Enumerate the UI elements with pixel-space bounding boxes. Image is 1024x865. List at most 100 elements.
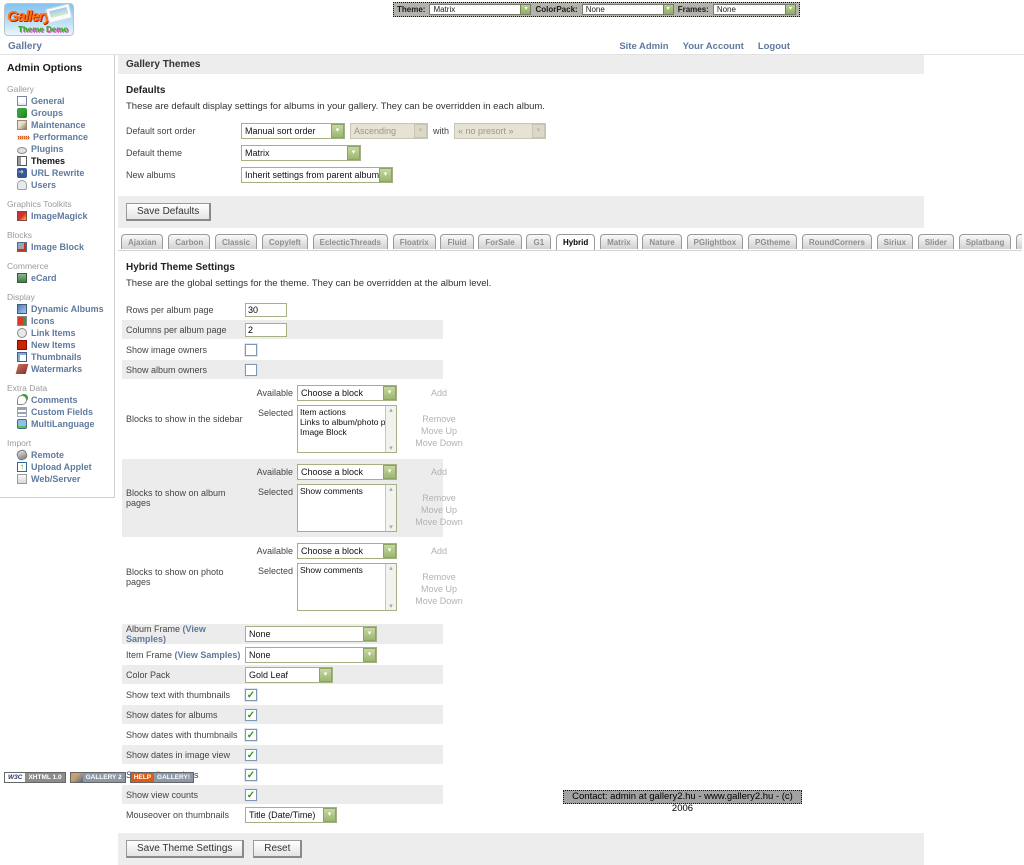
mouseover-select[interactable]: Title (Date/Time) ▾ [245, 807, 337, 823]
show-album-owners-checkbox[interactable] [245, 364, 257, 376]
sidebar-item-plugins[interactable]: Plugins [0, 143, 114, 155]
listbox-item[interactable]: Item actions [300, 407, 385, 417]
scroll-up-icon[interactable]: ▴ [389, 485, 393, 493]
tab-copyleft[interactable]: Copyleft [262, 234, 308, 249]
photo-selected-listbox[interactable]: Show comments ▴▾ [297, 563, 397, 611]
sidebar-item-ecard[interactable]: eCard [0, 272, 114, 284]
tab-g1[interactable]: G1 [526, 234, 551, 249]
sidebar-item-thumbnails[interactable]: Thumbnails [0, 351, 114, 363]
sidebar-item-web-server[interactable]: Web/Server [0, 473, 114, 485]
tab-floatrix[interactable]: Floatrix [393, 234, 436, 249]
item-frame-view-samples-link[interactable]: (View Samples) [175, 650, 241, 660]
scroll-up-icon[interactable]: ▴ [389, 564, 393, 572]
sidebar-item-link-items[interactable]: Link Items [0, 327, 114, 339]
scroll-down-icon[interactable]: ▾ [389, 523, 393, 531]
album-remove-link[interactable]: Remove [407, 492, 471, 504]
sidebar-remove-link[interactable]: Remove [407, 413, 471, 425]
tab-slider[interactable]: Slider [918, 234, 954, 249]
sidebar-item-multilanguage[interactable]: MultiLanguage [0, 418, 114, 430]
sidebar-item-url-rewrite[interactable]: URL Rewrite [0, 167, 114, 179]
logout-link[interactable]: Logout [758, 41, 790, 52]
sidebar-available-select[interactable]: Choose a block ▾ [297, 385, 397, 401]
sidebar-item-custom-fields[interactable]: Custom Fields [0, 406, 114, 418]
tab-siriux[interactable]: Siriux [877, 234, 913, 249]
scroll-down-icon[interactable]: ▾ [389, 602, 393, 610]
show-text-thumbs-checkbox[interactable] [245, 689, 257, 701]
tab-pgtheme[interactable]: PGtheme [748, 234, 797, 249]
sidebar-item-groups[interactable]: Groups [0, 107, 114, 119]
sidebar-item-icons[interactable]: Icons [0, 315, 114, 327]
tab-hybrid[interactable]: Hybrid [556, 234, 595, 251]
show-album-sizes-checkbox[interactable] [245, 769, 257, 781]
show-view-counts-checkbox[interactable] [245, 789, 257, 801]
listbox-scrollbar[interactable]: ▴▾ [385, 406, 396, 452]
rows-per-page-input[interactable] [245, 303, 287, 317]
scroll-up-icon[interactable]: ▴ [389, 406, 393, 414]
album-add-link[interactable]: Add [407, 464, 471, 477]
album-selected-listbox[interactable]: Show comments ▴ ▾ [297, 484, 397, 532]
sidebar-move-down-link[interactable]: Move Down [407, 437, 471, 449]
sidebar-add-link[interactable]: Add [407, 385, 471, 398]
photo-move-down-link[interactable]: Move Down [407, 595, 471, 607]
sort-order-select[interactable]: Manual sort order ▾ [241, 123, 345, 139]
cols-per-page-input[interactable] [245, 323, 287, 337]
album-available-select[interactable]: Choose a block ▾ [297, 464, 397, 480]
frames-select[interactable]: None ▾ [713, 4, 796, 15]
theme-select[interactable]: Matrix ▾ [429, 4, 531, 15]
color-pack-select[interactable]: Gold Leaf ▾ [245, 667, 333, 683]
help-gallery-badge[interactable]: HELPGALLERY! [130, 772, 194, 783]
gallery-logo[interactable]: Gallery Theme Demo [4, 3, 74, 36]
default-theme-select[interactable]: Matrix ▾ [241, 145, 361, 161]
save-theme-settings-button[interactable]: Save Theme Settings [126, 840, 244, 858]
sidebar-item-imagemagick[interactable]: ImageMagick [0, 210, 114, 222]
show-image-owners-checkbox[interactable] [245, 344, 257, 356]
sidebar-item-users[interactable]: Users [0, 179, 114, 191]
listbox-item[interactable]: Links to album/photo peers [300, 417, 385, 427]
sidebar-item-dynamic-albums[interactable]: Dynamic Albums [0, 303, 114, 315]
sidebar-item-new-items[interactable]: New Items [0, 339, 114, 351]
photo-available-select[interactable]: Choose a block ▾ [297, 543, 397, 559]
breadcrumb[interactable]: Gallery [8, 41, 42, 52]
album-frame-select[interactable]: None ▾ [245, 626, 377, 642]
tab-splatbang[interactable]: Splatbang [959, 234, 1012, 249]
sidebar-item-comments[interactable]: Comments [0, 394, 114, 406]
tab-roundcorners[interactable]: RoundCorners [802, 234, 872, 249]
listbox-item[interactable]: Image Block [300, 427, 385, 437]
photo-move-up-link[interactable]: Move Up [407, 583, 471, 595]
save-defaults-button[interactable]: Save Defaults [126, 203, 211, 221]
sidebar-item-image-block[interactable]: Image Block [0, 241, 114, 253]
your-account-link[interactable]: Your Account [683, 41, 744, 52]
album-move-down-link[interactable]: Move Down [407, 516, 471, 528]
gallery2-badge[interactable]: GALLERY 2 [70, 772, 126, 783]
tab-classic[interactable]: Classic [215, 234, 257, 249]
tab-fluid[interactable]: Fluid [440, 234, 473, 249]
reset-button[interactable]: Reset [253, 840, 302, 858]
tab-eclecticthreads[interactable]: EclecticThreads [313, 234, 388, 249]
tab-pglightbox[interactable]: PGlightbox [687, 234, 744, 249]
new-albums-select[interactable]: Inherit settings from parent album ▾ [241, 167, 393, 183]
w3c-xhtml-badge[interactable]: W3CXHTML 1.0 [4, 772, 66, 783]
listbox-item[interactable]: Show comments [300, 486, 385, 496]
photo-remove-link[interactable]: Remove [407, 571, 471, 583]
tab-matrix[interactable]: Matrix [600, 234, 638, 249]
sidebar-item-remote[interactable]: Remote [0, 449, 114, 461]
sidebar-move-up-link[interactable]: Move Up [407, 425, 471, 437]
tab-nature[interactable]: Nature [642, 234, 681, 249]
sidebar-item-performance[interactable]: »»»Performance [0, 131, 114, 143]
colorpack-select[interactable]: None ▾ [582, 4, 674, 15]
listbox-scrollbar[interactable]: ▴▾ [385, 564, 396, 610]
show-dates-image-checkbox[interactable] [245, 749, 257, 761]
tab-carbon[interactable]: Carbon [168, 234, 210, 249]
sidebar-selected-listbox[interactable]: Item actions Links to album/photo peers … [297, 405, 397, 453]
show-dates-thumbs-checkbox[interactable] [245, 729, 257, 741]
sidebar-item-watermarks[interactable]: Watermarks [0, 363, 114, 375]
photo-add-link[interactable]: Add [407, 543, 471, 556]
item-frame-select[interactable]: None ▾ [245, 647, 377, 663]
tab-tien[interactable]: Tien [1016, 234, 1022, 249]
sidebar-item-themes[interactable]: Themes [0, 155, 114, 167]
listbox-item[interactable]: Show comments [300, 565, 385, 575]
tab-forsale[interactable]: ForSale [478, 234, 521, 249]
site-admin-link[interactable]: Site Admin [619, 41, 668, 52]
tab-ajaxian[interactable]: Ajaxian [121, 234, 163, 249]
scroll-down-icon[interactable]: ▾ [389, 444, 393, 452]
